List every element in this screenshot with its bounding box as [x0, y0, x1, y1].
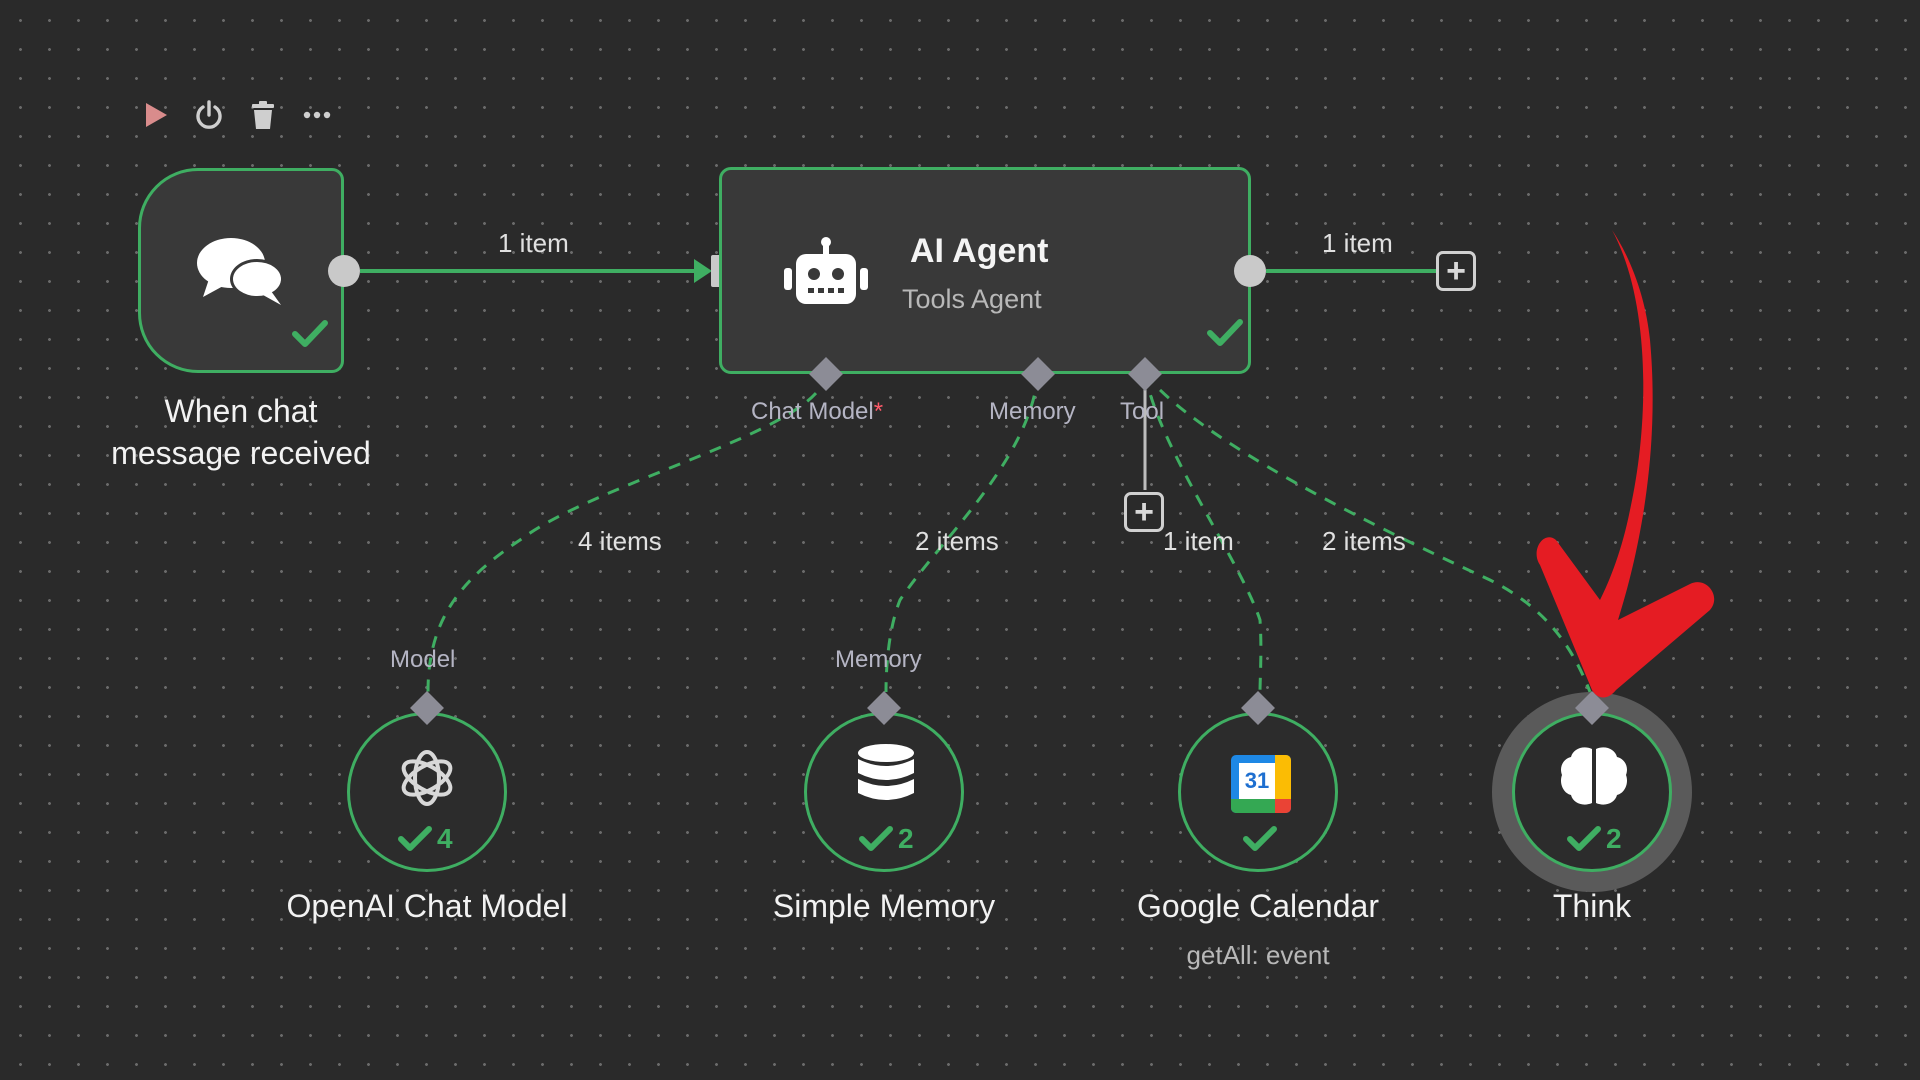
success-check-icon: [859, 826, 893, 851]
more-icon[interactable]: [300, 98, 334, 132]
google-calendar-icon: 31: [1231, 755, 1291, 813]
openai-chat-model-node[interactable]: 4: [347, 712, 507, 872]
memory-items-label: 2 items: [915, 526, 999, 556]
agent-subtitle: Tools Agent: [902, 284, 1042, 314]
success-check-icon: [1207, 319, 1243, 346]
calendar-items-label: 1 item: [1163, 526, 1234, 556]
execution-count: 2: [898, 823, 914, 854]
main-connection[interactable]: [360, 259, 712, 283]
think-node-label: Think: [1552, 888, 1632, 924]
chat-trigger-node[interactable]: [138, 168, 344, 373]
think-items-label: 2 items: [1322, 526, 1406, 556]
brain-icon: [1561, 747, 1627, 805]
memory-port-label: Memory: [989, 398, 1076, 425]
calendar-node-subtitle: getAll: event: [1186, 940, 1330, 970]
execution-count: 2: [1606, 823, 1622, 854]
trigger-node-label: When chat message received: [111, 393, 371, 471]
add-tool-button[interactable]: +: [1124, 492, 1164, 532]
openai-node-label: OpenAI Chat Model: [286, 888, 568, 924]
success-check-icon: [1243, 826, 1277, 851]
think-node[interactable]: 2: [1512, 712, 1672, 872]
add-node-button[interactable]: +: [1436, 251, 1476, 291]
chat-bubbles-icon: [197, 238, 284, 305]
chat-model-port-label: Chat Model*: [751, 398, 884, 425]
calendar-date-text: 31: [1239, 763, 1275, 799]
execution-count: 4: [437, 823, 453, 854]
agent-output-handle[interactable]: [1234, 255, 1266, 287]
trigger-agent-items-label: 1 item: [498, 228, 569, 258]
memory-node-label: Simple Memory: [772, 888, 996, 924]
agent-output-items-label: 1 item: [1322, 228, 1393, 258]
power-icon[interactable]: [192, 98, 226, 132]
success-check-icon: [1567, 826, 1601, 851]
robot-icon: [784, 237, 868, 304]
memory-node-port-label: Memory: [835, 646, 922, 673]
calendar-node-label: Google Calendar: [1137, 888, 1379, 924]
database-icon: [858, 744, 914, 800]
tool-port-label: Tool: [1120, 398, 1165, 425]
openai-icon: [401, 750, 453, 806]
trigger-output-handle[interactable]: [328, 255, 360, 287]
simple-memory-node[interactable]: 2: [804, 712, 964, 872]
model-items-label: 4 items: [578, 526, 662, 556]
annotation-arrow: [1536, 230, 1715, 698]
play-icon[interactable]: [138, 98, 172, 132]
trash-icon[interactable]: [246, 98, 280, 132]
success-check-icon: [398, 826, 432, 851]
agent-title: AI Agent: [910, 232, 1049, 270]
google-calendar-node[interactable]: 31: [1178, 712, 1338, 872]
model-port-label: Model: [390, 646, 456, 673]
success-check-icon: [292, 320, 328, 347]
ai-agent-node[interactable]: AI Agent Tools Agent: [719, 167, 1251, 374]
